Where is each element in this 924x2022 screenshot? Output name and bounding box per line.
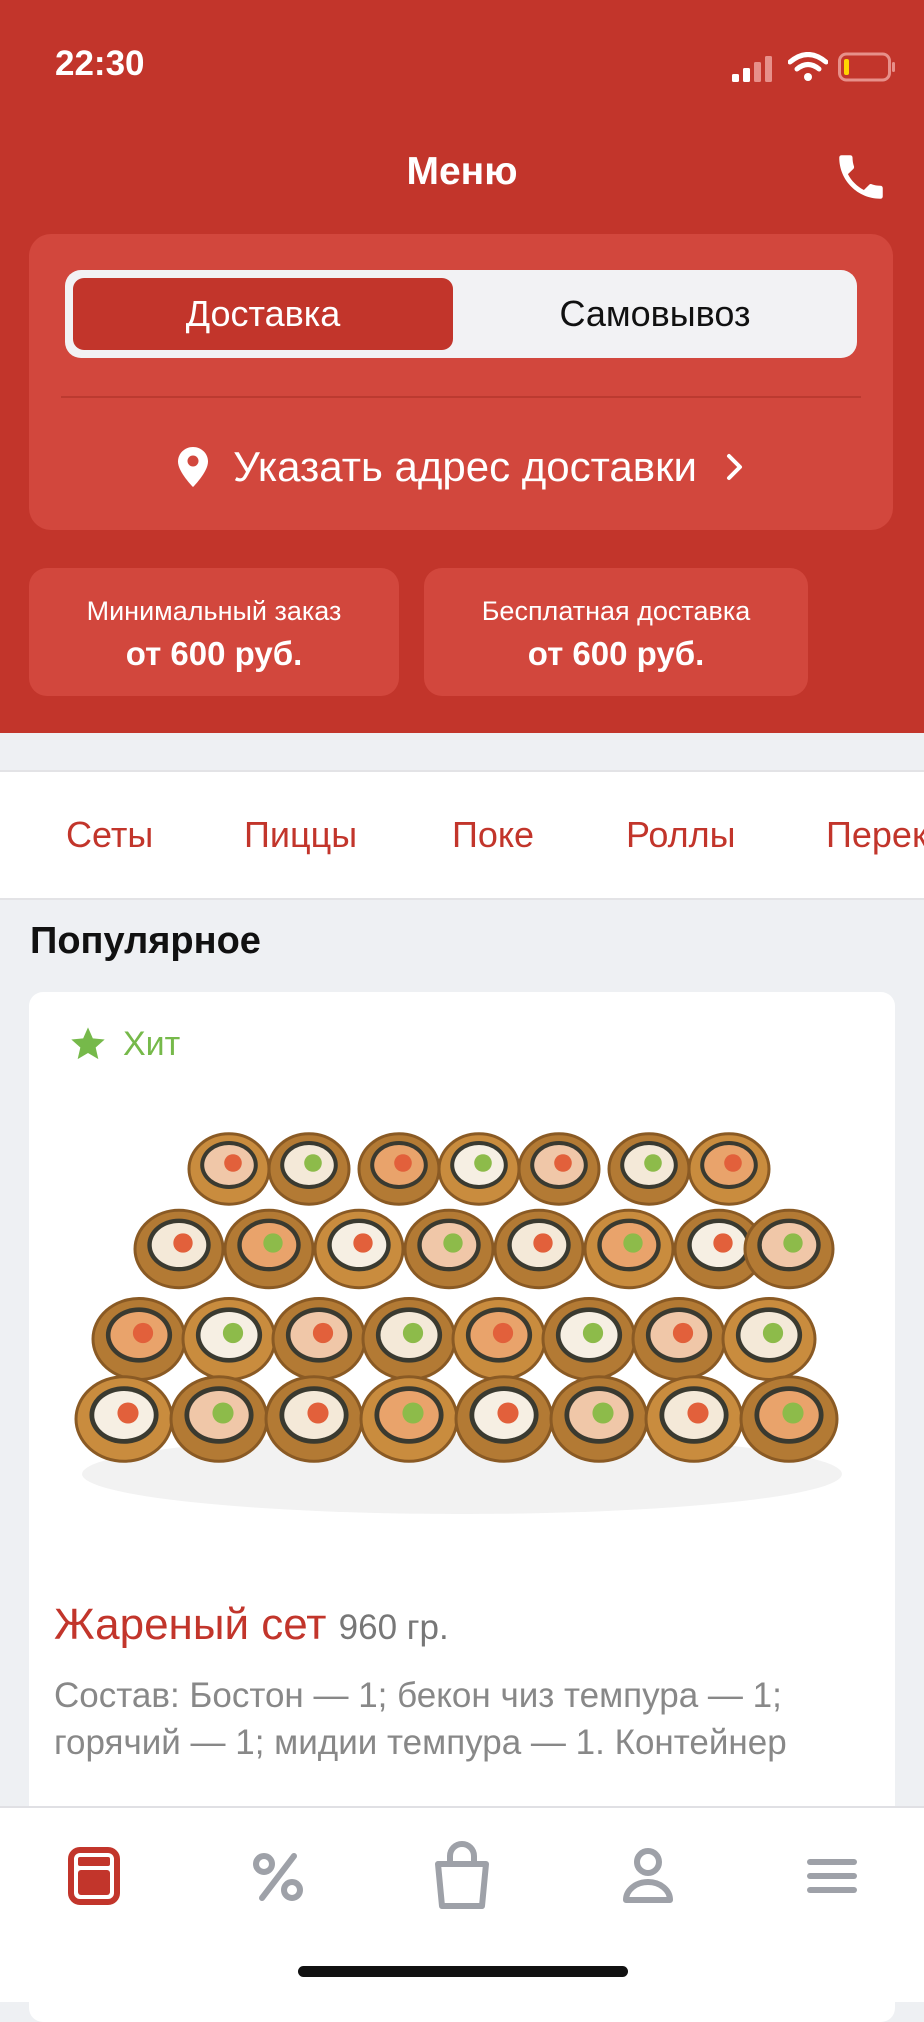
product-title: Жареный сет 960 гр. [54, 1600, 449, 1650]
chevron-right-icon [726, 454, 742, 480]
status-time: 22:30 [55, 44, 145, 83]
section-title: Популярное [30, 920, 261, 962]
category-tabs: Сеты Пиццы Поке Роллы Перек [0, 770, 924, 900]
address-button[interactable]: Указать адрес доставки [29, 432, 893, 502]
category-pizza[interactable]: Пиццы [244, 814, 357, 856]
category-rolls[interactable]: Роллы [626, 814, 736, 856]
category-sets[interactable]: Сеты [66, 814, 153, 856]
page-title: Меню [406, 150, 518, 193]
delivery-card: Доставка Самовывоз Указать адрес доставк… [29, 234, 893, 530]
phone-icon[interactable] [832, 148, 890, 206]
shopping-bag-icon[interactable] [430, 1840, 494, 1912]
header: 22:30 Меню Доставка Самовывоз Указать ад… [0, 0, 924, 733]
product-image [74, 1132, 842, 1514]
percent-icon[interactable] [246, 1840, 310, 1912]
menu-card-icon[interactable] [63, 1840, 127, 1912]
free-delivery-value: от 600 руб. [527, 635, 705, 672]
product-description: Состав: Бостон — 1; бекон чиз темпура — … [54, 1676, 787, 1762]
tab-delivery[interactable]: Доставка [73, 278, 453, 350]
home-indicator [298, 1966, 628, 1977]
battery-icon [838, 52, 895, 82]
hamburger-icon[interactable] [800, 1840, 864, 1912]
min-order-card: Минимальный заказ от 600 руб. [29, 568, 399, 696]
delivery-mode-switch: Доставка Самовывоз [65, 270, 857, 358]
free-delivery-label: Бесплатная доставка [481, 596, 751, 626]
location-pin-icon [178, 447, 209, 487]
address-label: Указать адрес доставки [233, 443, 697, 490]
user-icon[interactable] [616, 1840, 680, 1912]
hit-badge: Хит [67, 1024, 180, 1064]
wifi-icon [788, 52, 828, 81]
category-poke[interactable]: Поке [452, 814, 534, 856]
star-icon [71, 1027, 105, 1060]
product-weight: 960 гр. [338, 1608, 449, 1647]
category-snacks[interactable]: Перек [826, 814, 924, 856]
badge-label: Хит [123, 1024, 181, 1063]
product-name: Жареный сет [54, 1600, 327, 1649]
divider [61, 396, 861, 398]
tab-pickup[interactable]: Самовывоз [461, 278, 849, 350]
min-order-label: Минимальный заказ [86, 596, 342, 626]
signal-icon [732, 56, 772, 82]
min-order-value: от 600 руб. [125, 635, 303, 672]
free-delivery-card: Бесплатная доставка от 600 руб. [424, 568, 808, 696]
